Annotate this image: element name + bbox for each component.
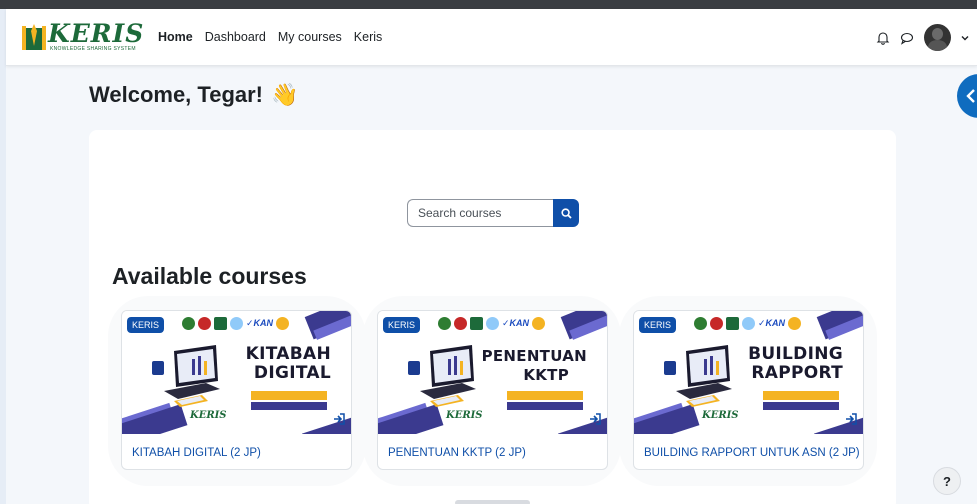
course-image[interactable]: KERIS ✓KAN BUILDING RAPPORT KERIS [634, 311, 863, 434]
partner-logos: ✓KAN [438, 317, 546, 330]
laptop-illustration-icon [152, 345, 220, 407]
course-link[interactable]: PENENTUAN KKTP (2 JP) [388, 447, 526, 459]
message-icon[interactable] [900, 31, 914, 45]
nav-my-courses[interactable]: My courses [278, 30, 342, 44]
partner-logo-icon [470, 317, 483, 330]
course-link[interactable]: KITABAH DIGITAL (2 JP) [132, 447, 261, 459]
kan-logo-icon: ✓KAN [502, 318, 530, 328]
partner-logos: ✓KAN [182, 317, 290, 330]
banner-ribbon [763, 402, 839, 410]
brand-wordmark: KERIS [48, 19, 145, 48]
nav-dashboard[interactable]: Dashboard [205, 30, 266, 44]
course-image-title-line: BUILDING [748, 344, 843, 364]
banner-ribbon [763, 391, 839, 400]
enter-icon [846, 413, 857, 425]
course-link[interactable]: BUILDING RAPPORT UNTUK ASN (2 JP) [644, 447, 860, 459]
course-card-penentuan-kktp[interactable]: KERIS ✓KAN PENENTUAN KKTP KERIS PENENTUA… [377, 310, 608, 470]
enter-icon [334, 413, 345, 425]
partner-logo-icon [230, 317, 243, 330]
partner-logos: ✓KAN [694, 317, 802, 330]
site-logo[interactable]: KERIS KNOWLEDGE SHARING SYSTEM [20, 19, 143, 55]
avatar-head [932, 28, 943, 40]
user-avatar[interactable] [924, 24, 951, 51]
search-button[interactable] [553, 199, 579, 227]
nav-home[interactable]: Home [158, 30, 193, 44]
drawer-toggle-button[interactable] [957, 74, 977, 118]
course-badge: KERIS [383, 317, 421, 333]
course-card-kitabah-digital[interactable]: KERIS ✓KAN KITABAH DIGITAL KERIS KITABAH… [121, 310, 352, 470]
partner-logo-icon [438, 317, 451, 330]
course-image-title: BUILDING RAPPORT [748, 345, 843, 383]
course-search [407, 199, 579, 227]
left-edge [0, 9, 6, 504]
course-image-title: PENENTUAN KKTP [482, 347, 587, 385]
help-button[interactable]: ? [933, 467, 961, 495]
welcome-heading: Welcome, Tegar! 👋 [89, 82, 298, 108]
available-courses-heading: Available courses [112, 263, 307, 289]
partner-logo-icon [726, 317, 739, 330]
banner-ribbon [507, 402, 583, 410]
partner-logo-icon [532, 317, 546, 330]
course-image-title-line: KKTP [523, 366, 569, 384]
pagination-hint [455, 500, 530, 504]
course-image-title: KITABAH DIGITAL [246, 345, 331, 383]
banner-ribbon [507, 391, 583, 400]
keris-logo-icon [22, 24, 46, 50]
user-tools [876, 24, 969, 51]
course-image-title-line: PENENTUAN [481, 347, 587, 365]
course-image-brand: KERIS [702, 410, 739, 421]
course-image-title-line: RAPPORT [751, 363, 843, 383]
enter-icon [590, 413, 601, 425]
search-input[interactable] [407, 199, 553, 227]
partner-logo-icon [486, 317, 499, 330]
nav-keris[interactable]: Keris [354, 30, 382, 44]
partner-logo-icon [276, 317, 290, 330]
kan-logo-icon: ✓KAN [246, 318, 274, 328]
course-image-title-line: DIGITAL [253, 363, 331, 383]
chevron-down-icon[interactable] [961, 34, 969, 42]
avatar-body [928, 40, 947, 51]
course-image-title-line: KITABAH [245, 344, 331, 364]
partner-logo-icon [182, 317, 195, 330]
wave-icon: 👋 [271, 82, 299, 107]
search-icon [560, 207, 572, 219]
chevron-left-icon [966, 89, 975, 103]
banner-ribbon [251, 391, 327, 400]
bell-icon[interactable] [876, 31, 890, 45]
welcome-text: Welcome, Tegar! [89, 82, 264, 107]
top-navbar: KERIS KNOWLEDGE SHARING SYSTEM Home Dash… [6, 9, 977, 66]
course-image[interactable]: KERIS ✓KAN KITABAH DIGITAL KERIS [122, 311, 351, 434]
partner-logo-icon [788, 317, 802, 330]
brand-tagline: KNOWLEDGE SHARING SYSTEM [50, 46, 136, 52]
partner-logo-icon [198, 317, 211, 330]
partner-logo-icon [454, 317, 467, 330]
partner-logo-icon [214, 317, 227, 330]
kan-logo-icon: ✓KAN [758, 318, 786, 328]
course-image-brand: KERIS [446, 410, 483, 421]
primary-navigation: Home Dashboard My courses Keris [158, 30, 382, 44]
course-image[interactable]: KERIS ✓KAN PENENTUAN KKTP KERIS [378, 311, 607, 434]
course-image-brand: KERIS [190, 410, 227, 421]
course-badge: KERIS [127, 317, 165, 333]
course-badge: KERIS [639, 317, 677, 333]
laptop-illustration-icon [408, 345, 476, 407]
laptop-illustration-icon [664, 345, 732, 407]
course-card-building-rapport[interactable]: KERIS ✓KAN BUILDING RAPPORT KERIS BUILDI… [633, 310, 864, 470]
browser-top-bar [0, 0, 977, 9]
partner-logo-icon [742, 317, 755, 330]
partner-logo-icon [710, 317, 723, 330]
banner-ribbon [251, 402, 327, 410]
partner-logo-icon [694, 317, 707, 330]
